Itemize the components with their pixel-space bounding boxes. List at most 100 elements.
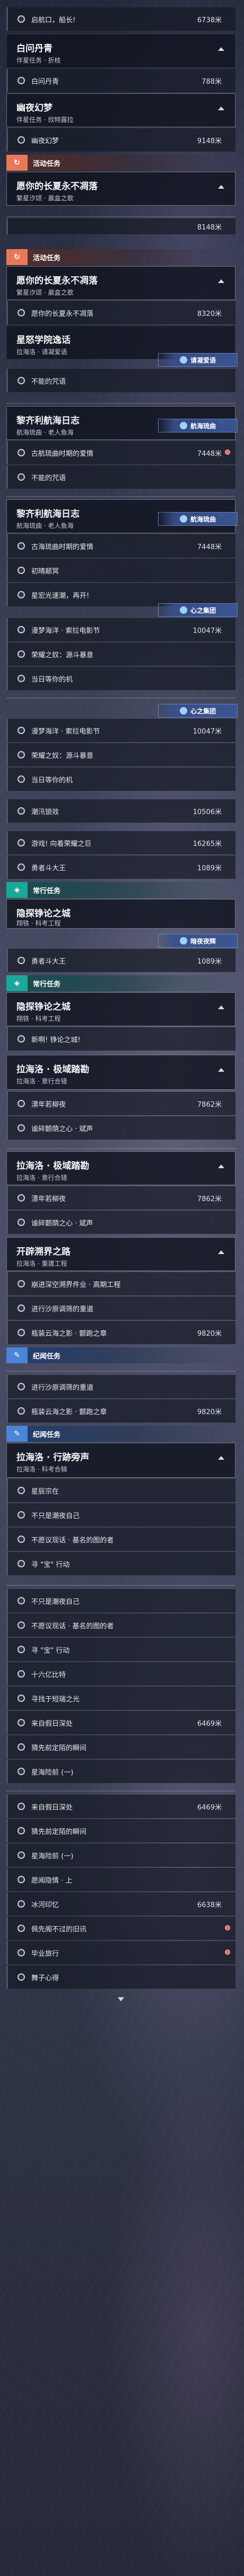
list-item[interactable]: 漫梦海洋 · 索拉电影节 10047米 [6,719,236,742]
list-item[interactable]: 佩先阁不过的旧讯 [6,1917,236,1940]
circle-bullet-icon [18,309,25,316]
list-item[interactable]: 愿闻隐情 · 上 [6,1868,236,1891]
list-item[interactable]: 不能的咒语 [6,465,236,489]
distance-label: 7448米 [197,449,222,458]
list-item[interactable]: 进行沙原调筛的重道 [6,1296,236,1320]
task-label: 瓶装云海之影 · 颤跑之章 [31,1408,107,1416]
distance-label: 1089米 [197,864,222,872]
list-item[interactable]: 谧碎颤荫之心 · 斌声 [6,1116,236,1140]
list-item[interactable]: 漂年若柳夜 7862米 [6,1092,236,1115]
list-item[interactable]: 初晴颠冥 [6,559,236,582]
task-card[interactable]: 白问丹青 伴星任务 · 折枝 [6,34,236,68]
list-item[interactable]: 荣耀之奴：源斗暴意 [6,642,236,666]
list-item[interactable]: 瓶装云海之影 · 颤跑之章 9820米 [6,1399,236,1423]
task-card[interactable]: 拉海洛 · 行跡旁声 拉海洛 · 科考合辑 [6,1443,236,1478]
list-item[interactable]: 谧碎颤荫之心 · 斌声 [6,1211,236,1234]
list-item[interactable]: 不愿议现话 · 基名的图的者 [6,1528,236,1551]
circle-bullet-icon [18,1194,25,1202]
compass-icon: ◈ [6,975,28,991]
list-item[interactable]: 不只是潮夜自己 [6,1503,236,1527]
list-item[interactable]: 游戏! 向着荣耀之巨 16265米 [6,831,236,854]
list-item[interactable]: 不能的咒语 [6,369,236,392]
list-item[interactable]: 毕业旅行 [6,1941,236,1964]
list-item[interactable]: 舞子心得 [6,1965,236,1989]
list-item[interactable]: 新啊! 铮论之城! [6,1027,236,1051]
list-item[interactable]: 不只是潮夜自己 [6,1589,236,1612]
list-item[interactable]: 潮汛锁效 10506米 [6,799,236,823]
collapse-caret-icon[interactable] [218,185,224,189]
list-item[interactable]: 猜先前定陌的瞬间 [6,1819,236,1842]
circle-bullet-icon [18,1803,25,1810]
collapse-caret-icon[interactable] [218,1250,224,1254]
list-item[interactable]: 瓶装云海之影 · 颤跑之章 9820米 [6,1321,236,1344]
list-item[interactable]: 来自假日深处 6469米 [6,1711,236,1734]
list-item[interactable]: 漫梦海洋 · 索拉电影节 10047米 [6,618,236,641]
list-item[interactable]: 寻 "宝" 行动 [6,1638,236,1661]
collapse-caret-icon[interactable] [218,107,224,110]
list-item[interactable]: 寻 "宝" 行动 [6,1552,236,1575]
divider [6,1371,236,1372]
list-item[interactable]: 当日等你的机 [6,667,236,690]
circle-bullet-icon [18,1304,25,1312]
list-item[interactable]: 古海琉曲时期的爱情 7448米 [6,534,236,558]
list-item[interactable]: 勇者斗大王 1089米 [6,949,236,972]
list-item[interactable]: 不愿议现话 · 基名的图的者 [6,1613,236,1637]
circle-bullet-icon [18,957,25,964]
heart-icon [179,707,187,714]
list-item[interactable]: 星辰宗在 [6,1479,236,1502]
collapse-caret-icon[interactable] [218,1456,224,1460]
task-card[interactable]: 幽夜幻梦 伴星任务 · 欣特露拉 [6,93,236,127]
task-label: 不只是潮夜自己 [31,1598,80,1606]
list-item[interactable]: 愿你的长夏永不凋落 8320米 [6,301,236,324]
list-item[interactable]: 寻找于短瑞之光 [6,1687,236,1710]
task-label: 古海琉曲时期的爱情 [31,543,94,551]
task-subtitle: 伴星任务 · 欣特露拉 [16,116,74,123]
divider [6,1148,236,1149]
collapse-caret-icon[interactable] [218,1068,224,1072]
task-label: 来自假日深处 [31,1803,73,1812]
circle-bullet-icon [18,1124,25,1132]
list-item[interactable]: 猜先前定陌的瞬间 [6,1735,236,1759]
list-item[interactable]: 星海险前 (一) [6,1760,236,1783]
list-item[interactable]: 来自假日深处 6469米 [6,1795,236,1818]
task-card[interactable]: 拉海洛 · 极域踏勘 拉海洛 · 意行合错 [6,1055,236,1090]
list-item[interactable]: 漂年若柳夜 7862米 [6,1186,236,1210]
list-item[interactable]: 当日等你的机 [6,767,236,791]
list-item[interactable]: 冰河印忆 6638米 [6,1892,236,1916]
list-item[interactable]: 进行沙原调筛的重道 [6,1375,236,1398]
task-label: 勇者斗大王 [31,864,66,872]
circle-bullet-icon [18,1219,25,1226]
task-subtitle: 拉海洛 · 重建工程 [16,1260,67,1267]
collapse-caret-icon[interactable] [218,1005,224,1009]
collapse-caret-icon[interactable] [218,279,224,283]
task-label: 毕业旅行 [31,1949,59,1958]
list-item[interactable]: 幽夜幻梦 9148米 [6,128,236,152]
task-label: 当日等你的机 [31,776,73,784]
list-item[interactable]: 启航口，船长! 6738米 [6,7,236,31]
task-card[interactable]: 愿你的长夏永不凋落 繁星汐颂 · 晨盒之歌 [6,266,236,300]
task-label: 愿闻隐情 · 上 [31,1876,73,1885]
task-card[interactable]: 隐探铮论之城 翔铁 · 科考工程 [6,899,236,929]
task-card[interactable]: 开辟溯界之路 拉海洛 · 重建工程 [6,1237,236,1271]
collapse-caret-icon[interactable] [218,47,224,51]
circle-bullet-icon [18,1511,25,1519]
list-item[interactable]: 崩进深空溯界件业 · 高期工程 [6,1272,236,1295]
circle-bullet-icon [18,1973,25,1981]
list-item[interactable]: 荣耀之奴：源斗暴意 [6,743,236,766]
heart-icon [179,356,187,364]
collapse-caret-icon[interactable] [218,1165,224,1168]
list-item[interactable]: 8148米 [6,218,236,234]
circle-bullet-icon [18,1383,25,1390]
task-card[interactable]: 拉海洛 · 极域踏勘 拉海洛 · 意行合错 [6,1151,236,1185]
divider [6,1790,236,1792]
task-card[interactable]: 隐探铮论之城 翔铁 · 科考工程 [6,992,236,1026]
list-item[interactable]: 十六亿比特 [6,1662,236,1686]
task-card[interactable]: 愿你的长夏永不凋落 繁星汐颂 · 晨盒之歌 [6,172,236,206]
distance-label: 7862米 [197,1100,222,1109]
task-subtitle: 拉海洛 · 意行合错 [16,1078,67,1085]
scroll-down-arrow-icon[interactable] [118,1997,124,2001]
list-item[interactable]: 星海险前 (一) [6,1843,236,1867]
list-item[interactable]: 白问丹青 788米 [6,69,236,92]
list-item[interactable]: 古航琉曲时期的爱情 7448米 [6,441,236,464]
list-item[interactable]: 勇者斗大王 1089米 [6,855,236,879]
